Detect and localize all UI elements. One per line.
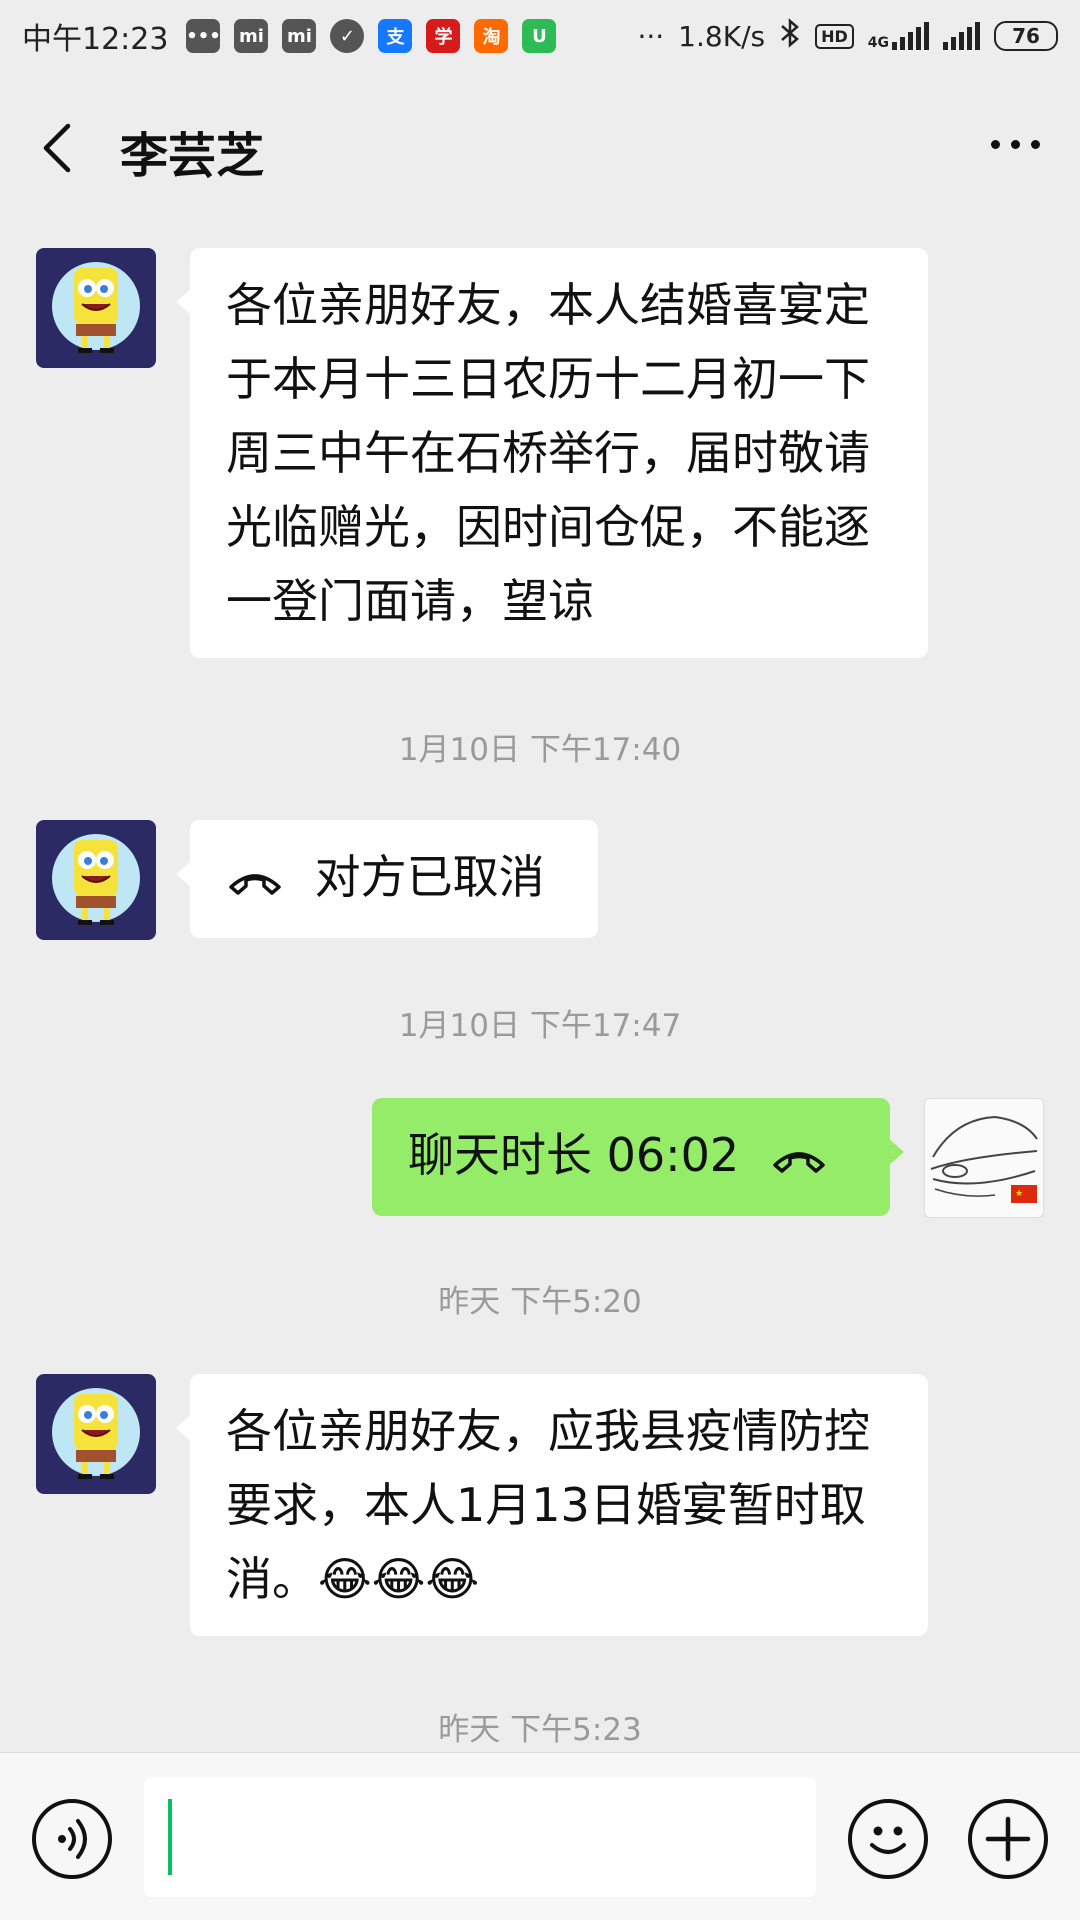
call-record-bubble[interactable]: 对方已取消	[176, 820, 598, 938]
message-text: 各位亲朋好友，本人结婚喜宴定于本月十三日农历十二月初一下周三中午在石桥举行，届时…	[226, 278, 870, 628]
avatar[interactable]	[36, 1374, 156, 1494]
avatar[interactable]	[36, 248, 156, 368]
avatar[interactable]	[36, 820, 156, 940]
network-type: 4G	[867, 35, 889, 51]
svg-text:★: ★	[1015, 1189, 1023, 1199]
signal-icon	[943, 22, 980, 50]
message-bubble-received[interactable]: 各位亲朋好友，本人结婚喜宴定于本月十三日农历十二月初一下周三中午在石桥举行，届时…	[176, 248, 928, 658]
phone-hangup-icon	[226, 844, 284, 918]
message-input[interactable]	[144, 1777, 816, 1897]
text-caret	[168, 1799, 172, 1875]
battery-icon: 76	[994, 21, 1058, 51]
xuexi-icon: 学	[426, 19, 461, 53]
hd-badge: HD	[815, 23, 854, 49]
message-timestamp: 1月10日 下午17:47	[398, 1008, 682, 1044]
check-circle-icon: ✓	[330, 19, 365, 53]
signal-icon	[892, 22, 929, 50]
mi-app-icon: mi	[234, 19, 269, 53]
message-timestamp: 1月10日 下午17:40	[398, 732, 682, 768]
more-icon[interactable]	[991, 140, 1040, 149]
call-duration-text: 聊天时长 06:02	[408, 1128, 740, 1182]
phone-hangup-icon	[770, 1122, 828, 1196]
emoji-icon[interactable]	[848, 1799, 928, 1879]
call-status-text: 对方已取消	[314, 850, 545, 904]
taobao-icon: 淘	[474, 19, 509, 53]
message-timestamp: 昨天 下午5:23	[438, 1712, 642, 1748]
status-time: 中午12:23	[22, 22, 169, 57]
input-bar	[0, 1752, 1080, 1920]
chat-title: 李芸芝	[120, 128, 265, 184]
more-notifications-icon: ···	[637, 19, 665, 53]
my-avatar[interactable]: ★	[924, 1098, 1044, 1218]
network-speed: 1.8K/s	[678, 19, 766, 53]
back-icon[interactable]	[38, 120, 88, 176]
voice-icon[interactable]	[32, 1799, 112, 1879]
laughing-emoji: 😂😂😂	[318, 1552, 480, 1606]
plus-icon[interactable]	[968, 1799, 1048, 1879]
message-timestamp: 昨天 下午5:20	[438, 1284, 642, 1320]
chat-header: 李芸芝	[0, 72, 1080, 220]
message-notification-icon: •••	[186, 19, 221, 53]
alipay-icon: 支	[378, 19, 413, 53]
status-bar: 中午12:23 ••• mi mi ✓ 支 学 淘 U ··· 1.8K/s H…	[0, 0, 1080, 72]
message-bubble-received[interactable]: 各位亲朋好友，应我县疫情防控要求，本人1月13日婚宴暂时取消。😂😂😂	[176, 1374, 928, 1636]
bluetooth-icon	[779, 17, 801, 55]
mi-store-icon: U	[522, 19, 557, 53]
call-record-bubble-sent[interactable]: 聊天时长 06:02	[372, 1098, 904, 1216]
mi-app-icon: mi	[282, 19, 317, 53]
